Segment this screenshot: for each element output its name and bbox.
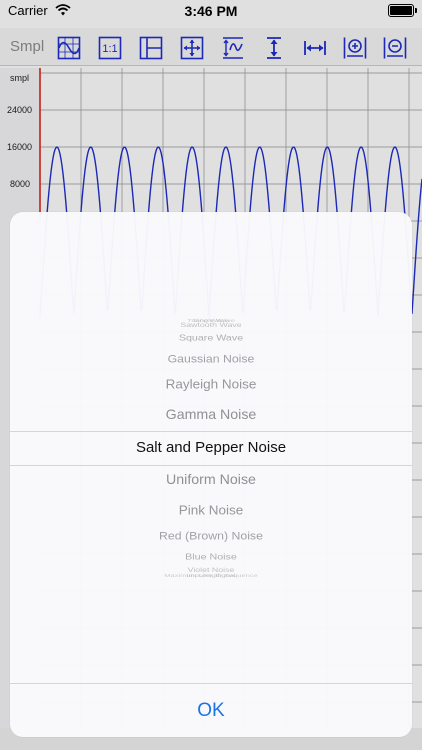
picker-item[interactable]: Sawtooth Wave xyxy=(10,322,412,329)
picker-item[interactable]: Gaussian Noise xyxy=(10,353,412,365)
picker-item[interactable]: Gamma Noise xyxy=(10,407,412,423)
waveform-type-alert: Sine Wave Triangle Wave Sawtooth Wave Squar… xyxy=(10,212,412,737)
picker-item[interactable]: Impulse Signal xyxy=(10,573,412,578)
picker-item[interactable]: Rayleigh Noise xyxy=(10,378,412,392)
waveform-type-picker[interactable]: Sine Wave Triangle Wave Sawtooth Wave Squar… xyxy=(10,282,412,612)
picker-item[interactable]: Uniform Noise xyxy=(10,472,412,488)
picker-selection-top-line xyxy=(10,431,412,432)
ok-button[interactable]: OK xyxy=(10,684,412,737)
picker-item[interactable]: Pink Noise xyxy=(10,503,412,517)
picker-item[interactable]: Red (Brown) Noise xyxy=(10,530,412,542)
picker-selection-bottom-line xyxy=(10,465,412,466)
picker-item[interactable]: Square Wave xyxy=(10,334,412,343)
picker-item[interactable]: Blue Noise xyxy=(10,552,412,561)
picker-item-selected[interactable]: Salt and Pepper Noise xyxy=(10,439,412,456)
